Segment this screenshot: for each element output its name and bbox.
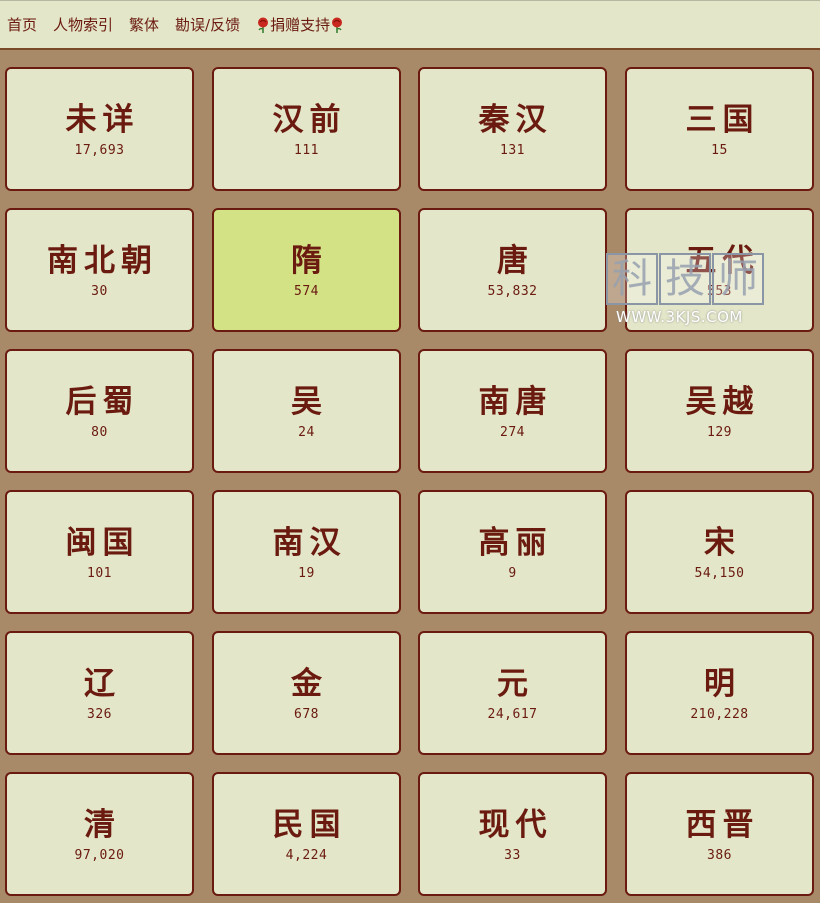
dynasty-name: 民国 bbox=[272, 806, 347, 843]
dynasty-tile[interactable]: 西晋 386 bbox=[625, 772, 814, 896]
dynasty-tile[interactable]: 清 97,020 bbox=[5, 772, 194, 896]
dynasty-name: 闽国 bbox=[65, 524, 140, 561]
dynasty-tile[interactable]: 三国 15 bbox=[625, 67, 814, 191]
dynasty-count: 678 bbox=[294, 706, 319, 722]
dynasty-count: 33 bbox=[504, 847, 521, 863]
dynasty-name: 三国 bbox=[685, 101, 760, 138]
dynasty-tile[interactable]: 辽 326 bbox=[5, 631, 194, 755]
dynasty-count: 131 bbox=[500, 142, 525, 158]
dynasty-tile[interactable]: 南北朝 30 bbox=[5, 208, 194, 332]
dynasty-name: 元 bbox=[497, 665, 534, 702]
dynasty-name: 未详 bbox=[65, 101, 140, 138]
dynasty-tile[interactable]: 未详 17,693 bbox=[5, 67, 194, 191]
dynasty-name: 现代 bbox=[478, 806, 553, 843]
dynasty-name: 吴 bbox=[291, 383, 328, 420]
dynasty-name: 清 bbox=[84, 806, 121, 843]
dynasty-tile[interactable]: 明 210,228 bbox=[625, 631, 814, 755]
dynasty-count: 19 bbox=[298, 565, 315, 581]
dynasty-name: 辽 bbox=[84, 665, 121, 702]
dynasty-tile[interactable]: 后蜀 80 bbox=[5, 349, 194, 473]
dynasty-name: 汉前 bbox=[272, 101, 347, 138]
dynasty-name: 南唐 bbox=[478, 383, 553, 420]
dynasty-name: 秦汉 bbox=[478, 101, 553, 138]
dynasty-count: 17,693 bbox=[74, 142, 125, 158]
dynasty-count: 111 bbox=[294, 142, 319, 158]
dynasty-count: 80 bbox=[91, 424, 108, 440]
dynasty-tile[interactable]: 闽国 101 bbox=[5, 490, 194, 614]
dynasty-tile[interactable]: 隋 574 bbox=[212, 208, 401, 332]
dynasty-tile[interactable]: 金 678 bbox=[212, 631, 401, 755]
dynasty-tile[interactable]: 吴 24 bbox=[212, 349, 401, 473]
dynasty-count: 574 bbox=[294, 283, 319, 299]
dynasty-grid: 未详 17,693 汉前 111 秦汉 131 三国 15 南北朝 30 隋 574 唐 53,832 五代… bbox=[0, 0, 820, 903]
dynasty-count: 386 bbox=[707, 847, 732, 863]
dynasty-count: 24,617 bbox=[487, 706, 538, 722]
dynasty-name: 明 bbox=[704, 665, 741, 702]
dynasty-count: 97,020 bbox=[74, 847, 125, 863]
dynasty-tile[interactable]: 高丽 9 bbox=[418, 490, 607, 614]
dynasty-name: 五代 bbox=[685, 242, 760, 279]
dynasty-tile[interactable]: 五代 553 bbox=[625, 208, 814, 332]
dynasty-count: 274 bbox=[500, 424, 525, 440]
dynasty-name: 南北朝 bbox=[47, 242, 158, 279]
dynasty-count: 30 bbox=[91, 283, 108, 299]
dynasty-count: 101 bbox=[87, 565, 112, 581]
dynasty-count: 326 bbox=[87, 706, 112, 722]
dynasty-count: 210,228 bbox=[690, 706, 749, 722]
dynasty-name: 西晋 bbox=[685, 806, 760, 843]
dynasty-count: 54,150 bbox=[694, 565, 745, 581]
dynasty-tile[interactable]: 南唐 274 bbox=[418, 349, 607, 473]
dynasty-count: 53,832 bbox=[487, 283, 538, 299]
dynasty-name: 南汉 bbox=[272, 524, 347, 561]
dynasty-name: 隋 bbox=[291, 242, 328, 279]
dynasty-count: 24 bbox=[298, 424, 315, 440]
dynasty-tile[interactable]: 唐 53,832 bbox=[418, 208, 607, 332]
dynasty-name: 吴越 bbox=[685, 383, 760, 420]
dynasty-name: 金 bbox=[291, 665, 328, 702]
dynasty-tile[interactable]: 南汉 19 bbox=[212, 490, 401, 614]
dynasty-count: 4,224 bbox=[285, 847, 328, 863]
dynasty-tile[interactable]: 元 24,617 bbox=[418, 631, 607, 755]
dynasty-count: 9 bbox=[508, 565, 517, 581]
dynasty-tile[interactable]: 汉前 111 bbox=[212, 67, 401, 191]
dynasty-tile[interactable]: 现代 33 bbox=[418, 772, 607, 896]
dynasty-count: 129 bbox=[707, 424, 732, 440]
dynasty-count: 553 bbox=[707, 283, 732, 299]
dynasty-count: 15 bbox=[711, 142, 728, 158]
dynasty-tile[interactable]: 民国 4,224 bbox=[212, 772, 401, 896]
dynasty-name: 唐 bbox=[497, 242, 534, 279]
dynasty-name: 后蜀 bbox=[65, 383, 140, 420]
dynasty-name: 高丽 bbox=[478, 524, 553, 561]
dynasty-tile[interactable]: 秦汉 131 bbox=[418, 67, 607, 191]
dynasty-tile[interactable]: 吴越 129 bbox=[625, 349, 814, 473]
dynasty-name: 宋 bbox=[704, 524, 741, 561]
dynasty-tile[interactable]: 宋 54,150 bbox=[625, 490, 814, 614]
